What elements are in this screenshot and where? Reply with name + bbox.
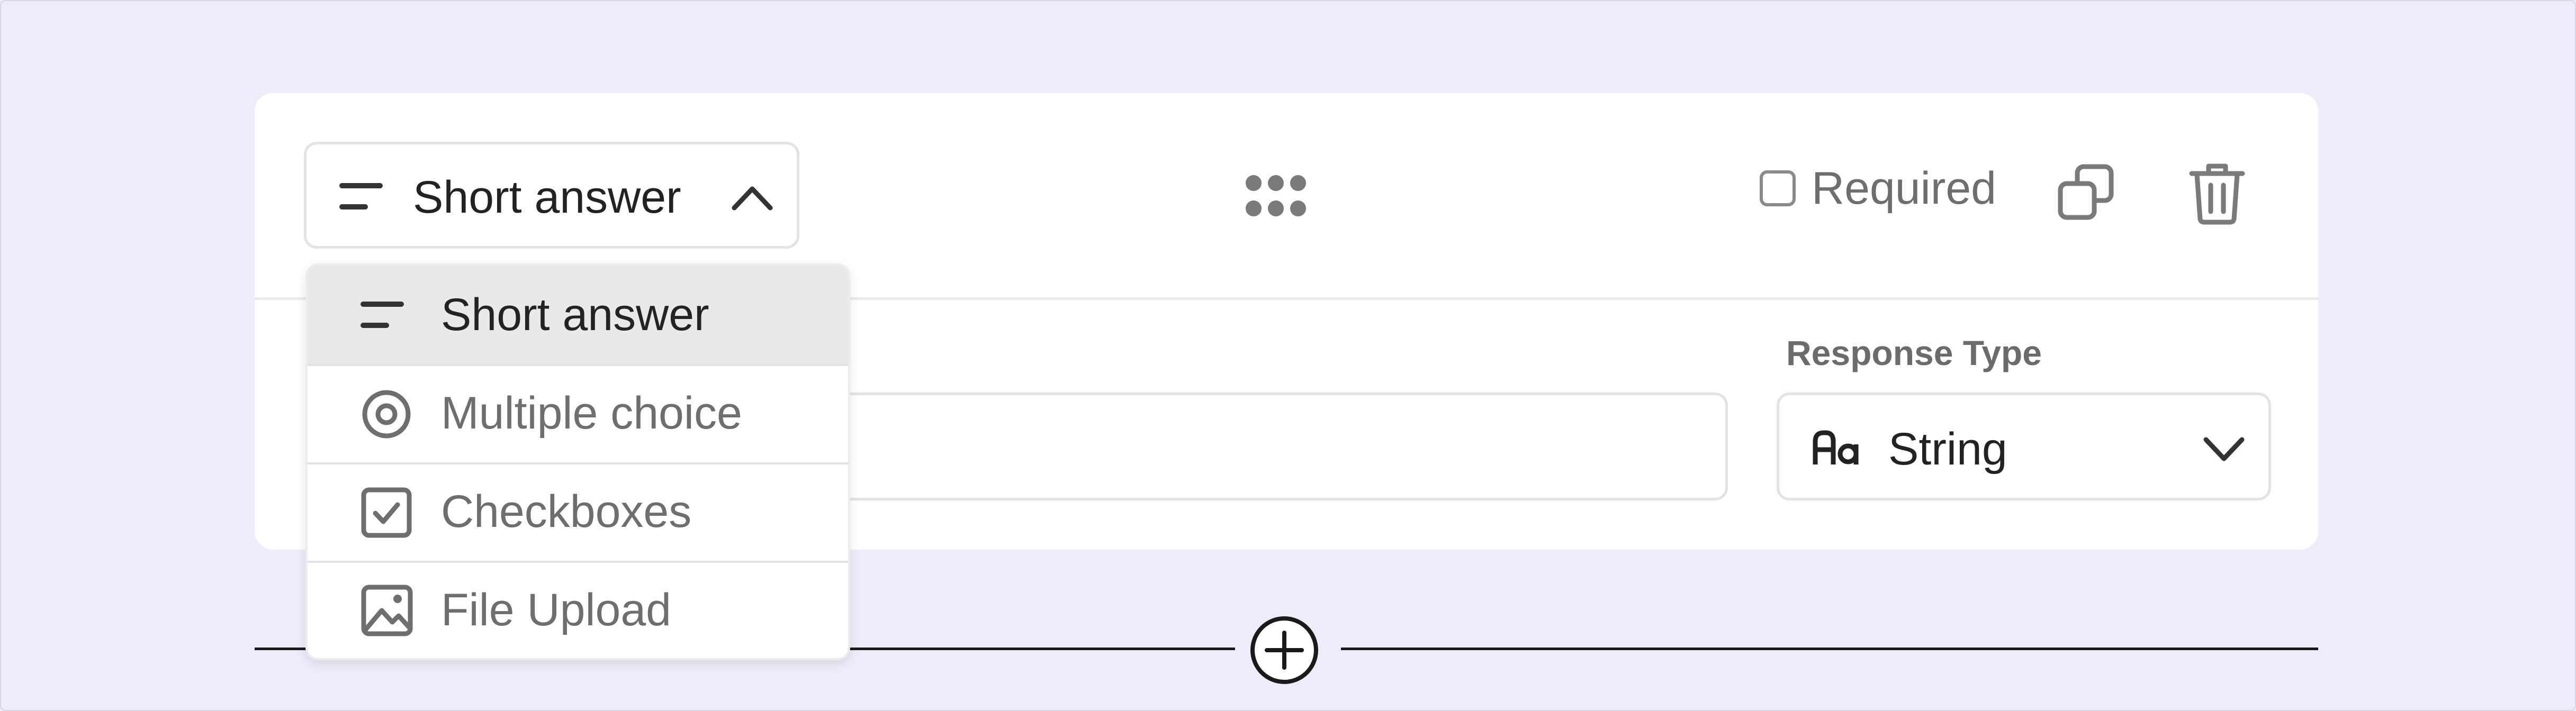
- menu-item-label: Short answer: [441, 289, 709, 340]
- required-toggle[interactable]: Required: [1760, 162, 1996, 215]
- menu-item-label: Checkboxes: [441, 486, 692, 537]
- menu-item-multiple-choice[interactable]: Multiple choice: [308, 364, 848, 462]
- menu-item-file-upload[interactable]: File Upload: [308, 561, 848, 658]
- menu-item-label: Multiple choice: [441, 388, 742, 439]
- menu-item-short-answer[interactable]: Short answer: [308, 266, 848, 364]
- short-answer-icon: [361, 302, 408, 333]
- question-title-input[interactable]: [784, 393, 1728, 500]
- menu-item-checkboxes[interactable]: Checkboxes: [308, 462, 848, 561]
- response-type-select[interactable]: String: [1777, 393, 2271, 500]
- image-icon: [361, 584, 413, 640]
- divider-line-right: [1341, 648, 2318, 650]
- response-type-label: Response Type: [1786, 333, 2042, 372]
- required-checkbox[interactable]: [1760, 170, 1796, 206]
- question-type-select[interactable]: Short answer: [304, 142, 799, 249]
- add-question-icon[interactable]: [1249, 615, 1320, 688]
- question-type-label: Short answer: [413, 172, 681, 223]
- chevron-down-icon: [2203, 435, 2245, 466]
- duplicate-icon[interactable]: [2057, 163, 2115, 224]
- chevron-up-icon: [731, 183, 773, 215]
- menu-item-label: File Upload: [441, 585, 671, 635]
- question-type-menu: Short answer Multiple choice Checkboxes: [305, 263, 850, 660]
- radio-target-icon: [361, 388, 412, 443]
- text-format-icon: [1812, 430, 1860, 469]
- drag-handle-icon[interactable]: [1246, 175, 1314, 220]
- short-answer-icon: [339, 183, 387, 214]
- checkbox-checked-icon: [361, 487, 412, 541]
- response-type-value: String: [1888, 424, 2007, 475]
- required-label: Required: [1812, 163, 1996, 214]
- trash-icon[interactable]: [2188, 162, 2246, 228]
